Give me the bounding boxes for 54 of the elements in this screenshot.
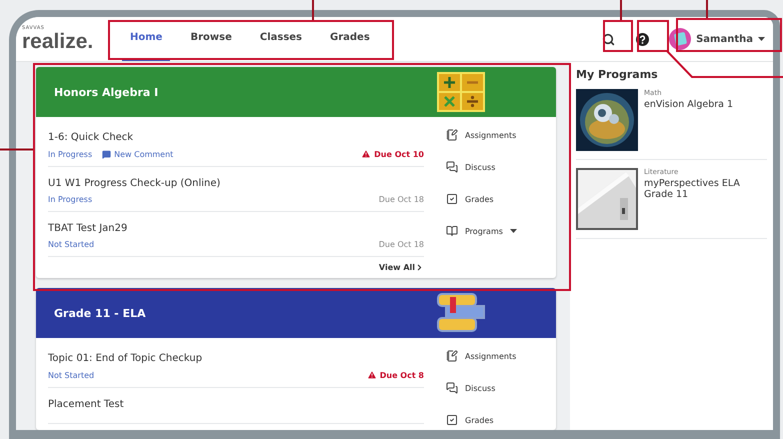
leader-line (0, 148, 33, 151)
assignment-title[interactable]: Topic 01: End of Topic Checkup (48, 353, 424, 364)
math-operators-icon (436, 71, 486, 113)
assignments-icon (446, 350, 458, 362)
user-menu[interactable]: Samantha (667, 28, 767, 50)
discuss-icon (446, 382, 458, 394)
program-name[interactable]: myPerspectives ELA Grade 11 (644, 178, 744, 200)
class-link[interactable]: Programs (446, 221, 556, 241)
class-link[interactable]: Grades (446, 189, 556, 209)
class-title[interactable]: Grade 11 - ELA (54, 306, 146, 320)
class-link[interactable]: Grades (446, 410, 556, 430)
comment-icon (102, 150, 112, 158)
due-date: Due Oct 18 (378, 195, 424, 204)
due-date: Due Oct 10 (361, 149, 424, 159)
due-date: Due Oct 8 (366, 370, 424, 380)
program-name[interactable]: enVision Algebra 1 (644, 99, 744, 110)
warning-icon (361, 149, 372, 159)
assignment-title[interactable]: U1 W1 Progress Check-up (Online) (48, 178, 424, 189)
section-title: My Programs (576, 68, 659, 81)
leader-line (312, 0, 314, 20)
grades-icon (446, 414, 458, 426)
status-label: In Progress (48, 150, 92, 158)
avatar-icon (669, 28, 692, 50)
class-link[interactable]: Assignments (446, 346, 556, 366)
due-date: Due Oct 18 (378, 240, 424, 249)
discuss-icon (446, 161, 458, 173)
nav-tab[interactable]: Home (122, 17, 170, 61)
chevron-icon (415, 263, 424, 272)
assignment-title[interactable]: TBAT Test Jan29 (48, 223, 424, 234)
leader-line (706, 0, 708, 18)
class-link[interactable]: Discuss (446, 157, 556, 177)
books-icon (436, 292, 486, 334)
programs-icon (446, 225, 458, 237)
assignment-title[interactable]: Placement Test (48, 399, 424, 410)
class-link[interactable]: Assignments (446, 125, 556, 145)
callout-frame (603, 20, 633, 52)
view-all-link[interactable]: View All (378, 257, 424, 278)
comment-link[interactable]: New Comment (102, 150, 174, 158)
class-link[interactable]: Discuss (446, 378, 556, 398)
assignment-title[interactable]: 1-6: Quick Check (48, 132, 424, 143)
leader-line (620, 0, 622, 20)
callout-frame (637, 20, 669, 52)
status-label: Not Started (48, 370, 94, 380)
caret-icon (758, 37, 765, 41)
grades-icon (446, 193, 458, 205)
assignments-icon (446, 129, 458, 141)
class-title[interactable]: Honors Algebra I (54, 86, 158, 98)
status-label: Not Started (48, 240, 94, 249)
status-label: In Progress (48, 195, 92, 204)
nav-tab[interactable]: Classes (252, 17, 310, 61)
nav-tab[interactable]: Grades (322, 17, 378, 61)
warning-icon (366, 370, 377, 380)
app-logo[interactable]: realize. (22, 31, 100, 52)
nav-tab[interactable]: Browse (182, 17, 240, 61)
